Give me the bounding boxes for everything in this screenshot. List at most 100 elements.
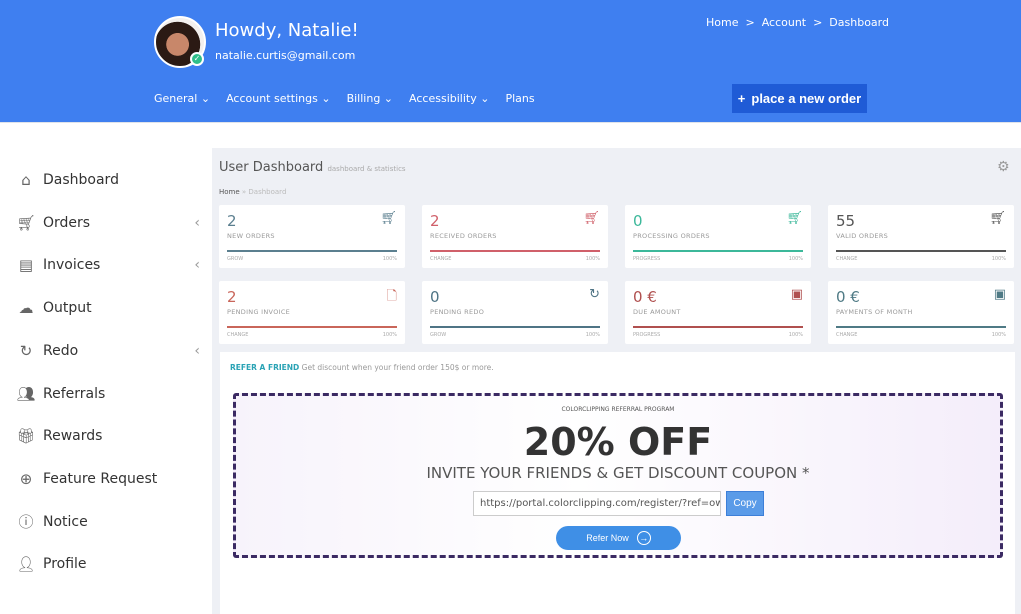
gear-icon[interactable]: ⚙ [997,159,1010,175]
sidebar-item[interactable]: 🛒︎ Orders ‹ [16,211,200,235]
progress-bar [430,250,600,252]
copy-button[interactable]: Copy [726,491,764,516]
sidebar-item-label: Notice [43,513,88,530]
sidebar-icon: 👥︎ [16,384,36,403]
stat-label: PENDING REDO [430,308,485,316]
header-strip [0,122,1021,148]
verified-check-icon: ✓ [190,52,204,66]
stat-value: 2 [227,212,237,230]
stat-label: RECEIVED ORDERS [430,232,497,240]
stat-value: 0 € [633,288,657,306]
stat-percent: 100% [991,256,1006,262]
progress-bar [227,326,397,328]
nav-item[interactable]: Accessibility ⌄ [409,92,489,105]
referral-box: COLORCLIPPING REFERRAL PROGRAM 20% OFF I… [233,393,1003,558]
stat-label: PAYMENTS OF MONTH [836,308,913,316]
stat-icon: 🛒︎ [583,211,600,226]
refer-now-button[interactable]: Refer Now → [556,526,681,550]
stat-card[interactable]: 2 NEW ORDERS 🛒︎ GROW 100% [219,205,405,268]
breadcrumb[interactable]: Home > Account > Dashboard [706,16,889,29]
sidebar-item[interactable]: 🎁︎ Rewards [16,424,200,448]
plus-icon: + [737,91,746,106]
sidebar-item[interactable]: ▤ Invoices ‹ [16,253,200,277]
sidebar-item[interactable]: ↻ Redo ‹ [16,339,200,363]
stat-icon: 🗋 [386,289,397,304]
referral-link-input[interactable]: https://portal.colorclipping.com/registe… [473,491,721,516]
sidebar-icon: ⓘ [18,513,34,532]
stat-card[interactable]: 55 VALID ORDERS 🛒︎ CHANGE 100% [828,205,1014,268]
stat-sub: GROW [227,256,244,262]
program-name: COLORCLIPPING REFERRAL PROGRAM [561,406,675,413]
sidebar-icon: ↻ [19,341,33,360]
arrow-right-icon: → [636,531,651,545]
page-title: User Dashboard dashboard & statistics [219,160,406,175]
stat-value: 2 [430,212,440,230]
sidebar-item-label: Invoices [43,257,101,274]
sidebar-icon: 👤︎ [16,555,36,574]
page-breadcrumb: Home » Dashboard [219,188,287,196]
top-nav: General ⌄ Account settings ⌄ Billing ⌄ Acce… [154,92,535,105]
stat-label: DUE AMOUNT [633,308,681,316]
progress-bar [836,250,1006,252]
crumb-home[interactable]: Home [219,188,240,196]
refer-heading: REFER A FRIEND Get discount when your fr… [230,363,494,372]
sidebar-icon: 🎁︎ [16,427,36,446]
sidebar-item[interactable]: 👥︎ Referrals [16,382,200,406]
nav-item[interactable]: Plans [505,92,534,105]
nav-item[interactable]: General ⌄ [154,92,210,105]
stat-percent: 100% [991,332,1006,338]
stat-sub: PROGRESS [633,332,661,338]
stat-card[interactable]: 0 PROCESSING ORDERS 🛒︎ PROGRESS 100% [625,205,811,268]
stat-card[interactable]: 0 € DUE AMOUNT ▣ PROGRESS 100% [625,281,811,344]
chevron-left-icon: ‹ [194,214,200,231]
sidebar-item[interactable]: ⌂ Dashboard [16,168,200,192]
stat-value: 0 € [836,288,860,306]
chevron-left-icon: ‹ [194,257,200,274]
stat-sub: PROGRESS [633,256,661,262]
stat-icon: 🛒︎ [786,211,803,226]
stat-card[interactable]: 2 RECEIVED ORDERS 🛒︎ CHANGE 100% [422,205,608,268]
sidebar-item-label: Output [43,300,92,317]
stat-icon: 🛒︎ [380,211,397,226]
stat-icon: ▣ [993,287,1006,302]
stat-sub: CHANGE [836,332,858,338]
stat-card[interactable]: 0 PENDING REDO ↻ GROW 100% [422,281,608,344]
stat-icon: ▣ [790,287,803,302]
sidebar-item-label: Redo [43,342,79,359]
stat-value: 0 [430,288,440,306]
stat-card[interactable]: 2 PENDING INVOICE 🗋 CHANGE 100% [219,281,405,344]
header: ✓ Howdy, Natalie! natalie.curtis@gmail.c… [0,0,1021,122]
sidebar: ⌂ Dashboard 🛒︎ Orders ‹ ▤ Invoices ‹ ☁ Output ↻ Red… [0,148,212,614]
sidebar-icon: ⌂ [21,171,31,189]
sidebar-item[interactable]: ⊕ Feature Request [16,467,200,491]
sidebar-item[interactable]: ⓘ Notice [16,510,200,534]
stat-sub: GROW [430,332,447,338]
stat-value: 0 [633,212,643,230]
stat-label: NEW ORDERS [227,232,275,240]
invite-text: INVITE YOUR FRIENDS & GET DISCOUNT COUPO… [426,464,810,482]
stat-value: 55 [836,212,856,230]
stat-sub: CHANGE [430,256,452,262]
stat-sub: CHANGE [227,332,249,338]
stat-label: VALID ORDERS [836,232,889,240]
stat-value: 2 [227,288,237,306]
stat-label: PROCESSING ORDERS [633,232,710,240]
sidebar-icon: ▤ [18,256,34,275]
nav-item[interactable]: Account settings ⌄ [226,92,331,105]
discount-headline: 20% OFF [523,420,713,464]
progress-bar [836,326,1006,328]
sidebar-item[interactable]: ☁ Output [16,296,200,320]
sidebar-item-label: Dashboard [43,172,119,188]
stat-card[interactable]: 0 € PAYMENTS OF MONTH ▣ CHANGE 100% [828,281,1014,344]
nav-item[interactable]: Billing ⌄ [347,92,393,105]
sidebar-item[interactable]: 👤︎ Profile [16,552,200,576]
sidebar-item-label: Orders [43,214,91,231]
stat-icon: 🛒︎ [989,211,1006,226]
sidebar-item-label: Feature Request [43,470,158,487]
sidebar-item-label: Referrals [43,385,106,402]
progress-bar [227,250,397,252]
place-order-button[interactable]: + place a new order [732,84,867,113]
progress-bar [633,326,803,328]
stat-percent: 100% [382,332,397,338]
sidebar-icon: 🛒︎ [16,213,36,232]
